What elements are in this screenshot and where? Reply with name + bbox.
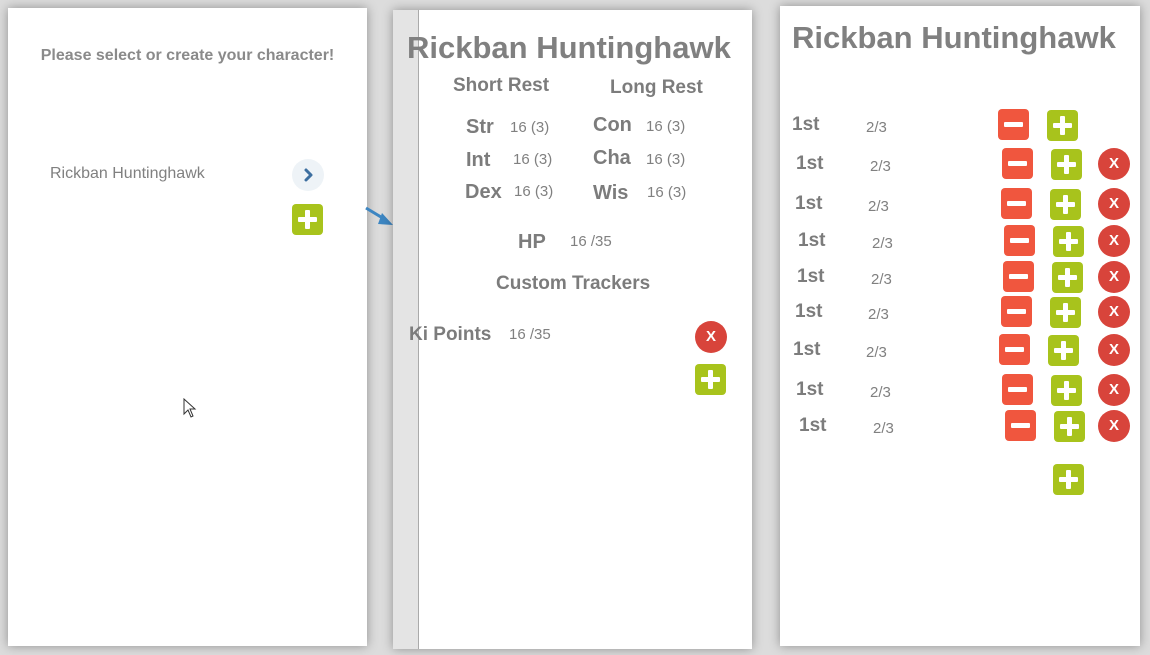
select-prompt: Please select or create your character! [40, 47, 335, 64]
slot-count: 2/3 [871, 271, 892, 288]
character-name-title: Rickban Huntinghawk [407, 30, 731, 65]
slot-count: 2/3 [868, 306, 889, 323]
slot-count: 2/3 [870, 158, 891, 175]
create-character-button[interactable] [292, 204, 323, 235]
short-rest-button[interactable]: Short Rest [453, 75, 549, 97]
add-tracker-button[interactable] [695, 364, 726, 395]
stat-value-wis: 16 (3) [647, 184, 687, 201]
tracker-value-ki-points[interactable]: 16 /35 [509, 326, 551, 343]
decrement-slot-button[interactable] [1003, 261, 1034, 292]
remove-slot-button[interactable]: X [1098, 188, 1130, 220]
remove-slot-button[interactable]: X [1098, 410, 1130, 442]
decrement-slot-button[interactable] [1004, 225, 1035, 256]
flow-arrow-icon [365, 206, 393, 225]
stat-label-str: Str [466, 116, 494, 138]
slot-level-label: 1st [796, 153, 824, 174]
increment-slot-button[interactable] [1050, 297, 1081, 328]
decrement-slot-button[interactable] [1005, 410, 1036, 441]
remove-slot-button[interactable]: X [1098, 225, 1130, 257]
increment-slot-button[interactable] [1054, 411, 1085, 442]
slot-count: 2/3 [868, 198, 889, 215]
increment-slot-button[interactable] [1051, 149, 1082, 180]
stat-label-con: Con [593, 114, 632, 136]
increment-slot-button[interactable] [1050, 189, 1081, 220]
long-rest-button[interactable]: Long Rest [610, 77, 703, 99]
slot-count: 2/3 [866, 344, 887, 361]
decrement-slot-button[interactable] [1002, 148, 1033, 179]
slot-count: 2/3 [872, 235, 893, 252]
decrement-slot-button[interactable] [1001, 188, 1032, 219]
slot-level-label: 1st [792, 114, 820, 135]
tracker-label-ki-points: Ki Points [409, 324, 492, 345]
slot-level-label: 1st [797, 266, 825, 287]
chevron-right-icon [304, 168, 313, 182]
decrement-slot-button[interactable] [1001, 296, 1032, 327]
slot-level-label: 1st [798, 230, 826, 251]
character-list-item-name[interactable]: Rickban Huntinghawk [50, 165, 205, 183]
decrement-slot-button[interactable] [999, 334, 1030, 365]
remove-slot-button[interactable]: X [1098, 374, 1130, 406]
character-select-panel: Please select or create your character! … [8, 8, 367, 646]
slot-level-label: 1st [799, 415, 827, 436]
increment-slot-button[interactable] [1051, 375, 1082, 406]
stat-label-dex: Dex [465, 181, 502, 203]
hp-value[interactable]: 16 /35 [570, 233, 612, 250]
stat-label-int: Int [466, 149, 491, 171]
mouse-cursor-icon [183, 398, 197, 418]
increment-slot-button[interactable] [1052, 262, 1083, 293]
stat-value-str: 16 (3) [510, 119, 550, 136]
slot-level-label: 1st [795, 301, 823, 322]
spell-slots-panel: Rickban Huntinghawk 1st 2/3 1st 2/3 X 1s… [780, 6, 1140, 646]
remove-slot-button[interactable]: X [1098, 334, 1130, 366]
increment-slot-button[interactable] [1047, 110, 1078, 141]
open-character-button[interactable] [292, 159, 324, 191]
stat-value-cha: 16 (3) [646, 151, 686, 168]
slot-count: 2/3 [870, 384, 891, 401]
custom-trackers-heading: Custom Trackers [496, 273, 651, 294]
increment-slot-button[interactable] [1053, 226, 1084, 257]
stat-value-con: 16 (3) [646, 118, 686, 135]
stat-value-int: 16 (3) [513, 151, 553, 168]
stat-label-wis: Wis [593, 182, 629, 204]
character-sheet-panel: Rickban Huntinghawk Short Rest Long Rest… [393, 10, 752, 649]
slot-count: 2/3 [873, 420, 894, 437]
slot-level-label: 1st [795, 193, 823, 214]
remove-tracker-button[interactable]: X [695, 321, 727, 353]
decrement-slot-button[interactable] [998, 109, 1029, 140]
stat-label-cha: Cha [593, 147, 631, 169]
remove-slot-button[interactable]: X [1098, 296, 1130, 328]
slot-count: 2/3 [866, 119, 887, 136]
increment-slot-button[interactable] [1048, 335, 1079, 366]
add-slot-button[interactable] [1053, 464, 1084, 495]
remove-slot-button[interactable]: X [1098, 261, 1130, 293]
slot-level-label: 1st [793, 339, 821, 360]
decrement-slot-button[interactable] [1002, 374, 1033, 405]
hp-label: HP [518, 231, 546, 253]
remove-slot-button[interactable]: X [1098, 148, 1130, 180]
character-name-title: Rickban Huntinghawk [792, 20, 1116, 55]
stat-value-dex: 16 (3) [514, 183, 554, 200]
slot-level-label: 1st [796, 379, 824, 400]
